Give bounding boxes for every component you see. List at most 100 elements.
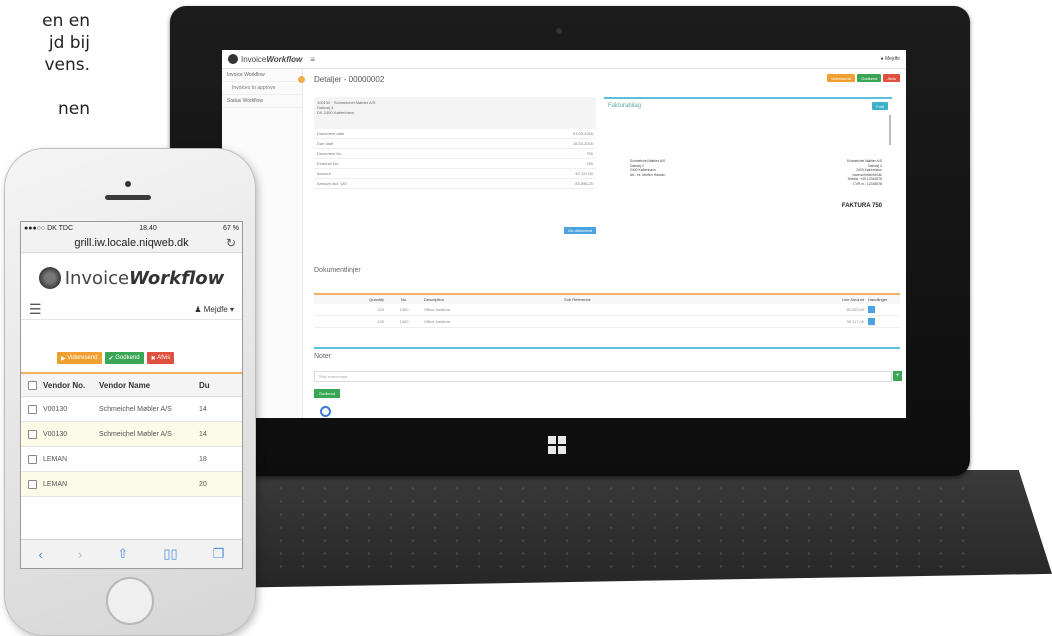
cell-due: 20 <box>199 480 207 488</box>
menu-icon[interactable]: ☰ <box>29 301 42 318</box>
col-amount: Line Amount <box>841 297 864 302</box>
col-quantity: Quantity <box>369 297 384 302</box>
cell-action <box>864 317 898 326</box>
col-reference: Sub Reference <box>564 297 591 302</box>
pdf-scrollbar[interactable] <box>889 115 891 145</box>
approve-button[interactable]: ✔ Godkend <box>104 352 144 364</box>
col-vendor-no[interactable]: Vendor No. <box>43 381 99 390</box>
reload-icon[interactable]: ↻ <box>226 236 236 250</box>
detail-value: 750 <box>586 151 593 156</box>
pdf-preview: Fakturabilag Fuld Schmeichel Møbler A/S … <box>604 97 892 239</box>
table-row[interactable]: V00130 Schmeichel Møbler A/S 14 <box>21 422 242 447</box>
forward-icon[interactable]: › <box>78 547 82 562</box>
reject-button[interactable]: Afvis <box>883 74 900 82</box>
cell-desc: Office furniture <box>424 307 451 312</box>
tabs-icon[interactable]: ❐ <box>213 546 225 562</box>
cell-qty: 100 <box>377 319 384 324</box>
side-text-line3: vens. <box>44 55 90 75</box>
approve-button[interactable]: Godkend <box>857 74 882 82</box>
detail-row: Document No. 750 <box>314 149 596 159</box>
logo-icon <box>38 267 61 289</box>
cell-vendor-no: V00130 <box>43 430 68 438</box>
edit-line-button[interactable] <box>868 305 875 313</box>
table-row[interactable]: V00130 Schmeichel Møbler A/S 14 <box>21 397 242 422</box>
pdf-line: Telefon: +45 12345678 <box>847 177 882 181</box>
app-logo[interactable]: InvoiceWorkflow <box>241 55 302 64</box>
pdf-line: Att.: Hr. Morten Hansen <box>630 172 666 177</box>
share-icon[interactable]: ⇧ <box>117 546 128 562</box>
detail-label: Due date <box>317 141 334 146</box>
address-bar[interactable]: grill.iw.locale.niqweb.dk ↻ <box>21 234 242 253</box>
sidebar-item-approve[interactable]: Invoices to approve <box>222 82 302 95</box>
action-buttons: Videresend Godkend Afvis <box>826 74 900 82</box>
edit-line-button[interactable] <box>868 317 875 325</box>
reject-button[interactable]: ✖ Afvis <box>146 352 175 364</box>
approve-small-button[interactable]: Godkend <box>314 389 340 398</box>
logo-icon <box>228 54 238 64</box>
view-document-button[interactable]: Vis dokument <box>564 227 596 234</box>
brand-light: Invoice <box>64 267 130 289</box>
detail-value: 01.03.2016 <box>572 131 593 136</box>
fullscreen-button[interactable]: Fuld <box>872 102 888 110</box>
detail-value: 67.117,00 <box>575 171 594 176</box>
table-row[interactable]: LEMAN 18 <box>21 447 242 472</box>
forward-button[interactable]: ▶ Videresend <box>57 352 102 364</box>
home-button[interactable] <box>106 577 154 625</box>
notification-badge <box>298 76 305 83</box>
side-text-line2: jd bij <box>48 33 90 53</box>
user-menu[interactable]: ♟ Mejdfe ▾ <box>194 305 234 314</box>
user-menu[interactable]: ● Mejdfe <box>881 56 900 62</box>
row-checkbox[interactable] <box>27 454 37 464</box>
row-checkbox[interactable] <box>27 404 37 414</box>
detail-value: 15.03.2016 <box>572 141 593 146</box>
cell-vendor-name: Schmeichel Møbler A/S <box>99 430 172 438</box>
bookmarks-icon[interactable]: ▯▯ <box>163 546 177 562</box>
phone-speaker <box>105 195 151 200</box>
battery-label: 67 % <box>223 224 239 232</box>
menu-toggle-icon[interactable]: ≡ <box>310 55 315 64</box>
pdf-line: Schmeichel Møbler A/S <box>846 159 882 163</box>
detail-row: Amount 67.117,00 <box>314 169 596 179</box>
detail-row: Amount incl. VAT 83.896,25 <box>314 179 596 189</box>
cell-vendor-name: Schmeichel Møbler A/S <box>99 405 172 413</box>
detail-label: Document date <box>317 131 345 136</box>
app-topbar: InvoiceWorkflow ≡ ● Mejdfe <box>222 50 906 69</box>
vendor-address: 100130 · Schmeichel Møbler A/S Dalsvej 4… <box>314 97 596 129</box>
windows-logo-icon[interactable] <box>548 436 566 454</box>
cell-due: 14 <box>199 430 207 438</box>
cell-no: 1400 <box>399 319 409 324</box>
select-all-checkbox[interactable] <box>27 380 37 390</box>
tablet-device: InvoiceWorkflow ≡ ● Mejdfe Invoice Workf… <box>170 6 970 476</box>
page-title: Detaljer - 00000002 <box>314 75 385 84</box>
invoice-details: 100130 · Schmeichel Møbler A/S Dalsvej 4… <box>314 97 596 237</box>
clock: 18.40 <box>139 224 157 232</box>
forward-button[interactable]: Videresend <box>826 74 856 82</box>
vendor-address-line: DK 2400 København <box>317 110 355 115</box>
cell-desc: Office furniture <box>424 319 451 324</box>
col-description: Description <box>424 297 445 302</box>
row-checkbox[interactable] <box>27 429 37 439</box>
brand-bold: Workflow <box>129 267 225 289</box>
back-icon[interactable]: ‹ <box>39 547 43 562</box>
col-vendor-name[interactable]: Vendor Name <box>99 381 199 390</box>
note-input[interactable]: Tilføj kommentar <box>314 371 892 382</box>
table-row[interactable]: LEMAN 20 <box>21 472 242 497</box>
row-checkbox[interactable] <box>27 479 37 489</box>
sidebar-item-workflow[interactable]: Invoice Workflow <box>222 69 302 82</box>
cell-vendor-no: V00130 <box>43 405 68 413</box>
phone-device: ●●●○○ DK TDC 18.40 67 % grill.iw.locale.… <box>4 148 256 636</box>
tablet-camera <box>556 28 562 34</box>
phone-camera <box>125 181 131 187</box>
sidebar-item-status[interactable]: Status Workflow <box>222 95 302 108</box>
add-note-button[interactable]: + <box>893 371 902 381</box>
detail-row: Document date 01.03.2016 <box>314 129 596 139</box>
col-due[interactable]: Du <box>199 381 239 390</box>
side-text-line4: nen <box>57 99 90 119</box>
detail-label: Amount <box>317 171 331 176</box>
carrier-label: ●●●○○ DK TDC <box>24 224 74 232</box>
lines-header-row: Quantity No. Description Sub Reference L… <box>314 295 900 304</box>
status-bar: ●●●○○ DK TDC 18.40 67 % <box>21 222 242 234</box>
pdf-line: CVR nr.: 12345678 <box>853 181 882 186</box>
cell-vendor-no: LEMAN <box>43 455 68 463</box>
cell-due: 14 <box>199 405 207 413</box>
